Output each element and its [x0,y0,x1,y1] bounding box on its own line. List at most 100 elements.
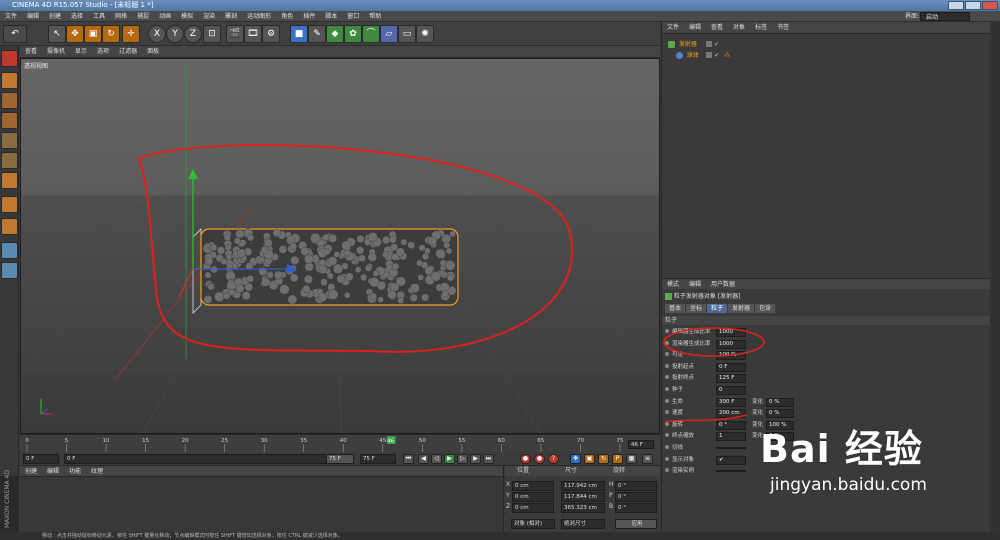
animate-dot-icon[interactable] [665,445,669,449]
menu-create[interactable]: 创建 [44,11,66,22]
lock-workplane-icon[interactable] [1,262,18,279]
edges-mode-icon[interactable] [1,152,18,169]
tweak-mode-icon[interactable] [1,218,18,235]
prev-key-button[interactable]: ◀ [418,454,429,464]
attr-menu-userdata[interactable]: 用户数据 [706,279,740,290]
cube-icon[interactable]: ■ [290,25,308,43]
rotation-p-field[interactable]: 0 ° [615,492,657,502]
attr-value-field[interactable] [716,447,746,449]
goto-end-button[interactable]: ⏭ [483,454,494,464]
visibility-toggle-icon[interactable] [706,41,712,47]
tab-coord[interactable]: 坐标 [686,304,707,313]
attr-menu-mode[interactable]: 模式 [662,279,684,290]
end-frame-field[interactable]: 75 F [360,454,396,464]
obj-menu-objects[interactable]: 对象 [728,22,750,34]
position-x-field[interactable]: 0 cm [512,481,554,491]
axis-mode-icon[interactable] [1,196,18,213]
mat-menu-edit[interactable]: 编辑 [42,466,64,477]
animate-dot-icon[interactable] [665,433,669,438]
size-z-field[interactable]: 365.323 cm [561,503,605,513]
tab-emitter[interactable]: 发射器 [728,304,755,313]
auto-key-button[interactable]: ● [534,454,545,464]
axis-z-button[interactable]: Z [184,25,202,43]
tab-particle[interactable]: 粒子 [707,304,728,313]
visibility-toggle-icon[interactable] [706,52,712,58]
move-handle-y-arrow[interactable] [188,169,198,179]
subdivision-icon[interactable]: ◆ [326,25,344,43]
timeline-end-field[interactable]: 46 F [628,440,654,449]
menu-script[interactable]: 脚本 [320,11,342,22]
menu-render[interactable]: 渲染 [198,11,220,22]
attr-variation-field[interactable]: 0 % [766,397,795,407]
enabled-check-icon[interactable]: ✔ [714,51,719,61]
texture-mode-icon[interactable] [1,92,18,109]
workplane-mode-icon[interactable] [1,112,18,129]
goto-start-button[interactable]: ⏮ [403,454,414,464]
menu-tools[interactable]: 工具 [88,11,110,22]
attr-value-field[interactable]: 1 [716,432,746,442]
coord-mode-select[interactable]: 对象 (相对) [511,519,555,529]
animate-dot-icon[interactable] [665,456,669,461]
menu-mesh[interactable]: 网格 [110,11,132,22]
attr-value-field[interactable]: 300 F [716,397,746,407]
menu-plugins[interactable]: 插件 [298,11,320,22]
size-mode-select[interactable]: 绝对尺寸 [561,519,605,529]
tab-basic[interactable]: 基本 [665,304,686,313]
size-y-field[interactable]: 117.844 cm [561,492,605,502]
key-rotation-button[interactable]: ↻ [598,454,609,464]
prev-frame-button[interactable]: ◁ [431,454,442,464]
vp-menu-filter[interactable]: 过滤器 [114,46,142,58]
menu-help[interactable]: 帮助 [364,11,386,22]
layout-select[interactable]: 启动 [920,12,970,21]
animate-dot-icon[interactable] [665,375,669,380]
perspective-viewport[interactable]: 透视视图 [20,58,660,434]
phong-tag-icon[interactable]: ⁂ [724,51,730,61]
snap-icon[interactable] [1,242,18,259]
apply-button[interactable]: 应用 [615,519,657,529]
preview-range-slider[interactable]: 0 F [64,454,354,464]
start-frame-field[interactable]: 0 F [23,454,59,464]
key-param-button[interactable]: P [612,454,623,464]
menu-character[interactable]: 角色 [276,11,298,22]
attr-value-field[interactable]: 125 F [716,374,746,384]
minimize-button[interactable] [948,1,964,10]
rotation-b-field[interactable]: 0 ° [615,503,657,513]
tab-include[interactable]: 包含 [755,304,776,313]
menu-select[interactable]: 选择 [66,11,88,22]
object-row-sphere[interactable]: 球体 ✔ ⁂ [662,51,991,61]
obj-menu-bookmarks[interactable]: 书签 [772,22,794,34]
light-icon[interactable]: ✺ [416,25,434,43]
model-mode-icon[interactable] [1,72,18,89]
axis-y-button[interactable]: Y [166,25,184,43]
timeline-menu-button[interactable]: ≡ [642,454,653,464]
rotation-h-field[interactable]: 0 ° [615,481,657,491]
animate-dot-icon[interactable] [665,468,669,473]
undo-button[interactable]: ↶ [3,25,27,43]
points-mode-icon[interactable] [1,132,18,149]
attr-value-field[interactable]: ✔ [716,455,746,465]
vp-menu-view[interactable]: 查看 [20,46,42,58]
attr-variation-field[interactable]: 0 % [766,409,795,419]
vp-menu-panel[interactable]: 面板 [142,46,164,58]
coord-system-button[interactable]: ⊡ [203,25,221,43]
bend-deformer-icon[interactable]: ⌒ [362,25,380,43]
menu-window[interactable]: 窗口 [342,11,364,22]
maximize-button[interactable] [965,1,981,10]
make-editable-icon[interactable] [1,50,18,67]
timeline-ruler[interactable]: 0 5 10 15 20 25 30 35 40 45 50 55 60 65 70 75 46 46 F [20,434,660,452]
move-tool-button[interactable]: ✥ [66,25,84,43]
next-frame-button[interactable]: ▷ [457,454,468,464]
menu-animate[interactable]: 动画 [154,11,176,22]
camera-icon[interactable]: ▭ [398,25,416,43]
menu-simulate[interactable]: 模拟 [176,11,198,22]
mat-menu-function[interactable]: 功能 [64,466,86,477]
mat-menu-create[interactable]: 创建 [20,466,42,477]
scale-tool-button[interactable]: ▣ [84,25,102,43]
mat-menu-texture[interactable]: 纹理 [86,466,108,477]
obj-menu-view[interactable]: 查看 [706,22,728,34]
keyframe-selection-button[interactable]: ? [548,454,559,464]
animate-dot-icon[interactable] [665,387,669,391]
render-picture-viewer-button[interactable]: 🎞 [244,25,262,43]
menu-edit[interactable]: 编辑 [22,11,44,22]
menu-sculpt[interactable]: 雕刻 [220,11,242,22]
